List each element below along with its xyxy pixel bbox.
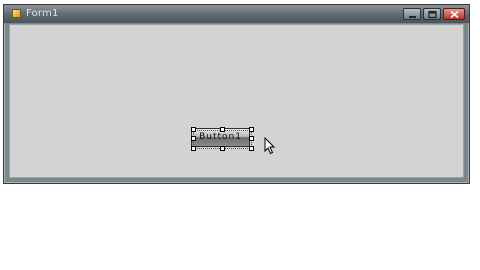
resize-handle-bottom[interactable] <box>220 146 225 151</box>
resize-handle-right[interactable] <box>249 136 254 141</box>
form-window: Form1 <box>3 4 470 184</box>
minimize-button[interactable] <box>403 8 421 20</box>
minimize-icon <box>409 16 416 18</box>
form-client-area[interactable] <box>9 24 464 178</box>
title-bar[interactable]: Form1 <box>4 5 469 23</box>
maximize-button[interactable] <box>423 8 441 20</box>
mouse-pointer-icon <box>264 137 276 155</box>
close-button[interactable] <box>443 8 465 20</box>
window-title: Form1 <box>26 8 59 19</box>
resize-handle-top-right[interactable] <box>249 127 254 132</box>
resize-handle-top[interactable] <box>220 127 225 132</box>
resize-handle-left[interactable] <box>191 136 196 141</box>
resize-handle-top-left[interactable] <box>191 127 196 132</box>
resize-handle-bottom-left[interactable] <box>191 146 196 151</box>
resize-handle-bottom-right[interactable] <box>249 146 254 151</box>
form-icon <box>12 9 21 18</box>
close-icon <box>450 10 459 19</box>
maximize-icon <box>428 10 437 19</box>
